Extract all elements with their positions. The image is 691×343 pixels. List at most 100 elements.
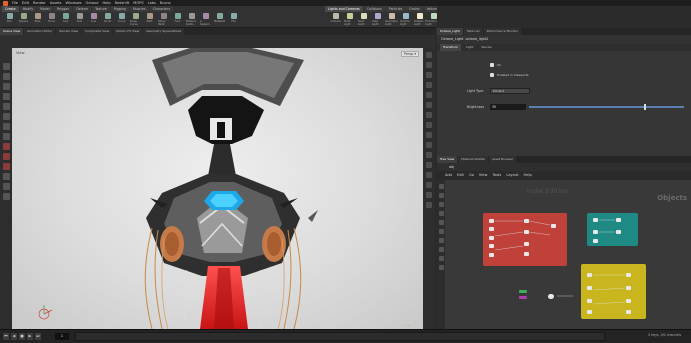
paint-tool-icon[interactable] — [2, 173, 10, 180]
menu-labs[interactable]: Labs — [148, 1, 156, 5]
tab-light[interactable]: Light — [463, 44, 477, 51]
shelf_left-tool-8[interactable]: Curve — [116, 13, 127, 27]
shelf_right-tool-1[interactable]: Point Light — [344, 13, 355, 27]
node-yellow-5[interactable] — [626, 273, 631, 277]
brightness-slider-handle[interactable] — [644, 104, 647, 110]
tab-composite-view[interactable]: Composite View — [82, 28, 113, 35]
net-menu-layout[interactable]: Layout — [506, 171, 518, 180]
node-network-editor[interactable]: Indie Edition Objects — [445, 180, 691, 329]
shelf_left-tool-3[interactable]: Torus — [46, 13, 57, 27]
select-tool-icon[interactable] — [2, 63, 10, 70]
node-yellow-4[interactable] — [587, 310, 592, 314]
snapshot-icon[interactable] — [426, 132, 432, 138]
node-yellow-7[interactable] — [626, 299, 631, 303]
lighting-icon[interactable] — [426, 82, 432, 88]
shelf-right-tab-0[interactable]: Lights and Cameras — [325, 6, 363, 12]
shelf_left-tool-7[interactable]: Circle — [102, 13, 113, 27]
shelf_left-tool-2[interactable]: Tube — [32, 13, 43, 27]
net-link-icon[interactable] — [438, 265, 444, 270]
net-menu-add[interactable]: Add — [445, 171, 452, 180]
node-purple[interactable] — [519, 296, 527, 299]
points-icon[interactable] — [426, 162, 432, 168]
tab-octane-light[interactable]: Octane_Light — [437, 28, 463, 35]
shelf_left-tool-10[interactable]: Path — [144, 13, 155, 27]
shelf_left-tool-4[interactable]: Grid — [60, 13, 71, 27]
shelf_left-tool-11[interactable]: Spray Paint — [158, 13, 169, 27]
shelf_left-tool-14[interactable]: L-System — [200, 13, 211, 27]
shelf-right-tab-2[interactable]: Particles — [385, 6, 406, 12]
light-type-dropdown[interactable]: Circle ▾ — [490, 88, 530, 94]
net-box-icon[interactable] — [438, 247, 444, 252]
net-grid-icon[interactable] — [438, 193, 444, 198]
net-menu-view[interactable]: View — [479, 171, 488, 180]
net-menu-help[interactable]: Help — [524, 171, 532, 180]
shelf_left-tool-6[interactable]: Line — [88, 13, 99, 27]
shelf_left-tool-15[interactable]: Metaball — [214, 13, 225, 27]
menu-octane[interactable]: Octane — [86, 1, 99, 5]
shelf-left-tab-8[interactable]: Characters — [149, 6, 173, 12]
play-icon[interactable]: ▶ — [27, 333, 33, 340]
node-name-field[interactable]: octane_light2 — [466, 37, 489, 41]
stereo-icon[interactable] — [426, 152, 432, 158]
enable-checkbox[interactable] — [490, 63, 494, 67]
current-frame-field[interactable]: 1 — [55, 333, 69, 340]
guides-icon[interactable] — [426, 102, 432, 108]
quickview-icon[interactable] — [426, 192, 432, 198]
shelf_right-tool-2[interactable]: Spot Light — [358, 13, 369, 27]
tab-asset-browser[interactable]: Asset Browser — [488, 156, 517, 163]
shelf_right-tool-6[interactable]: Distant Light — [414, 13, 425, 27]
node-teal-5[interactable] — [616, 230, 621, 234]
brightness-slider[interactable] — [529, 106, 684, 108]
shelf-left-tab-4[interactable]: Deform — [73, 6, 92, 12]
snap-tool-icon[interactable] — [2, 133, 10, 140]
camera-icon[interactable] — [426, 112, 432, 118]
normals-icon[interactable] — [426, 172, 432, 178]
shelf_left-tool-12[interactable]: Font — [172, 13, 183, 27]
node-red-3[interactable] — [489, 236, 494, 240]
menu-mops[interactable]: MOPS — [133, 1, 143, 5]
shelf_left-tool-13[interactable]: Platonic Solids — [186, 13, 197, 27]
rotate-tool-icon[interactable] — [2, 83, 10, 90]
node-red-9[interactable] — [524, 252, 529, 256]
3d-viewport[interactable]: View Persp ▾ + + — [12, 48, 423, 329]
tab-motion-fx-view[interactable]: Motion FX View — [113, 28, 143, 35]
tab-render-view[interactable]: Render View — [56, 28, 82, 35]
bounds-icon[interactable] — [426, 182, 432, 188]
node-yellow-1[interactable] — [587, 273, 592, 277]
node-red-4[interactable] — [489, 244, 494, 248]
shelf-left-tab-1[interactable]: Modify — [19, 6, 37, 12]
node-teal-4[interactable] — [616, 218, 621, 222]
shelf_left-tool-0[interactable]: Box — [4, 13, 15, 27]
handle-tool-icon[interactable] — [2, 103, 10, 110]
shelf_right-tool-4[interactable]: Geometry Light — [385, 13, 398, 27]
tab-scene-view[interactable]: Scene View — [0, 28, 24, 35]
shelf_right-tool-3[interactable]: Area Light — [372, 13, 383, 27]
shelf-right-tab-3[interactable]: Grains — [406, 6, 423, 12]
tab-animation-editor[interactable]: Animation Editor — [24, 28, 56, 35]
shelf_right-tool-5[interactable]: Volume Light — [400, 13, 411, 27]
tab-geometry-spreadsheet[interactable]: Geometry Spreadsheet — [143, 28, 185, 35]
display-options-icon[interactable] — [426, 52, 432, 58]
menu-file[interactable]: File — [12, 1, 18, 5]
record-tool-icon[interactable] — [2, 163, 10, 170]
menu-assets[interactable]: Assets — [50, 1, 62, 5]
brush-tool-icon[interactable] — [2, 143, 10, 150]
menu-windows[interactable]: Windows — [65, 1, 81, 5]
net-dot-icon[interactable] — [438, 256, 444, 261]
node-merge[interactable] — [548, 294, 554, 299]
shelf_left-tool-1[interactable]: Sphere — [18, 13, 29, 27]
node-teal-2[interactable] — [593, 230, 598, 234]
tab-material-palette[interactable]: Material Palette — [458, 156, 488, 163]
jump-start-icon[interactable]: ⏮ — [3, 333, 9, 340]
viewport-enable-checkbox[interactable] — [490, 73, 494, 77]
brightness-field[interactable]: 35 — [490, 104, 526, 110]
menu-render[interactable]: Render — [33, 1, 46, 5]
stop-icon[interactable]: ■ — [19, 333, 25, 340]
shelf-left-tab-2[interactable]: Model — [37, 6, 53, 12]
tab-render[interactable]: Render — [478, 44, 495, 51]
node-red-5[interactable] — [489, 253, 494, 257]
net-menu-go[interactable]: Go — [469, 171, 474, 180]
menu-redshift[interactable]: Redshift — [115, 1, 130, 5]
node-red-7[interactable] — [524, 230, 529, 234]
menu-help[interactable]: Help — [102, 1, 110, 5]
